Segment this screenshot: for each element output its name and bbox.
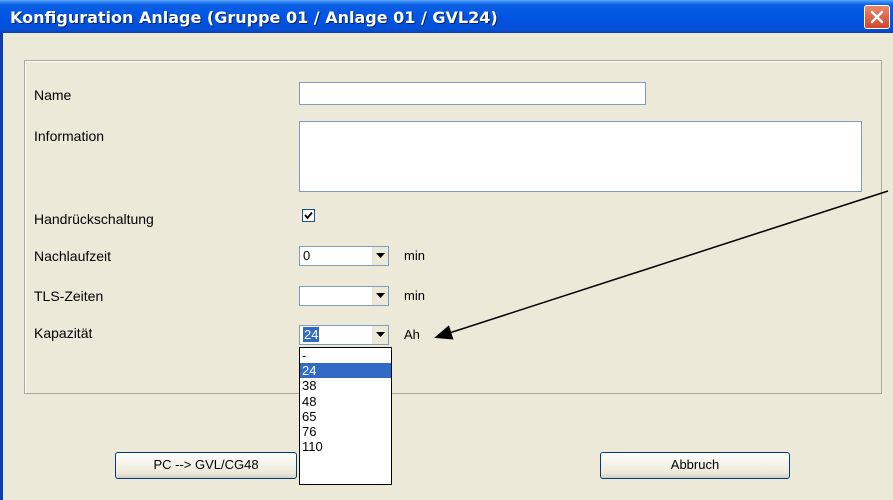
annotation-arrow	[434, 190, 889, 340]
